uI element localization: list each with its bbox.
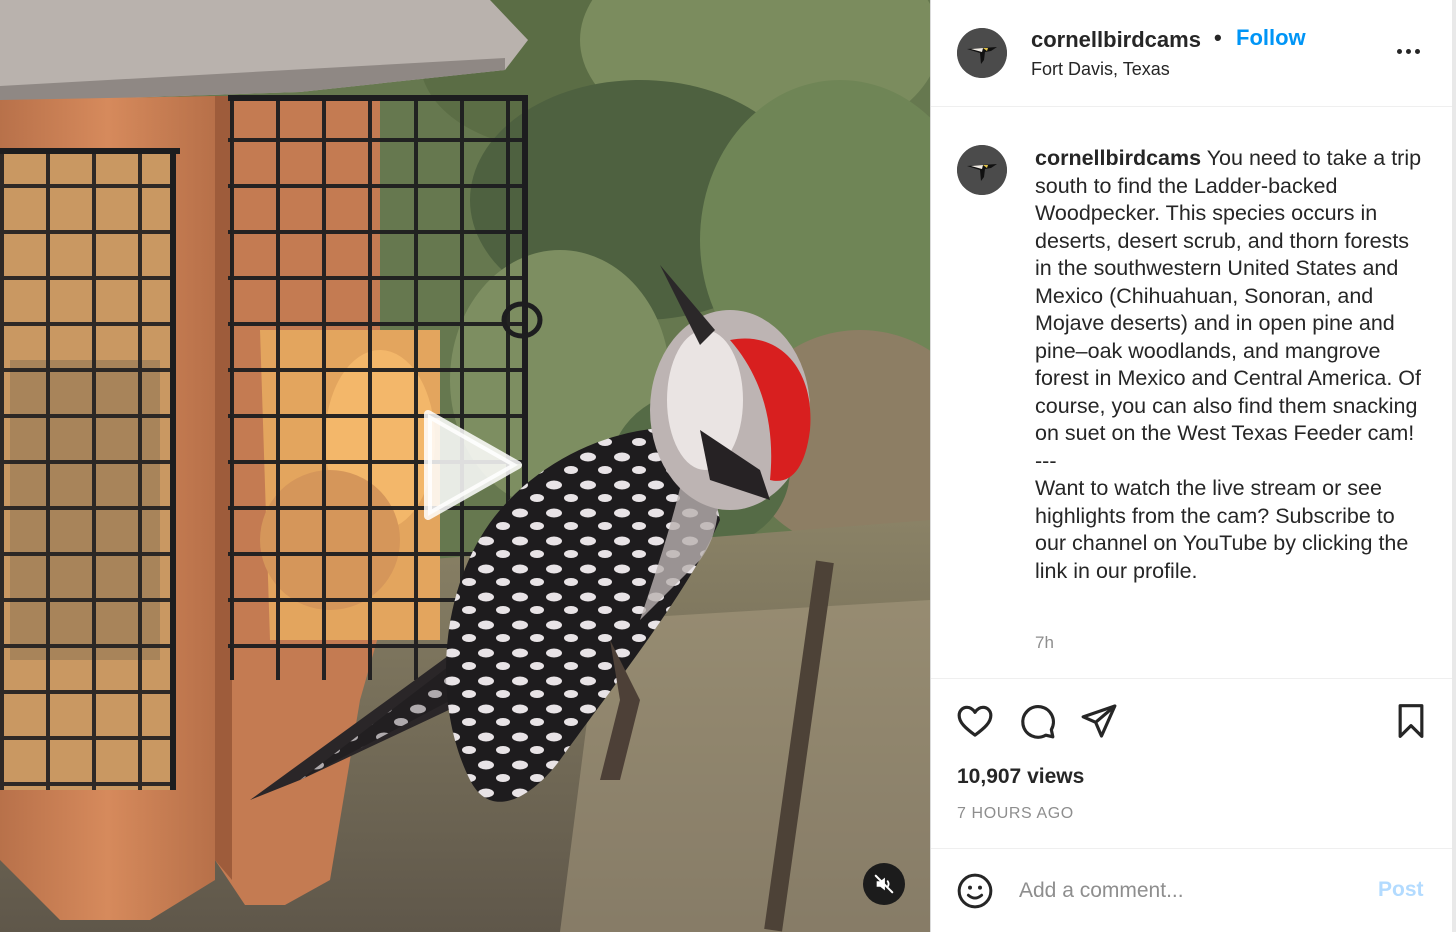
add-comment-bar: Post <box>931 848 1453 933</box>
caption-username[interactable]: cornellbirdcams <box>1035 146 1201 170</box>
separator-dot: • <box>1214 25 1222 50</box>
follow-button[interactable]: Follow <box>1236 25 1306 51</box>
mute-toggle-button[interactable] <box>863 863 905 905</box>
like-button[interactable] <box>955 701 995 741</box>
caption-timestamp[interactable]: 7h <box>1035 633 1054 653</box>
caption-section: cornellbirdcams You need to take a trip … <box>931 107 1453 678</box>
post-actions: 10,907 views 7 HOURS AGO <box>931 678 1453 849</box>
more-options-button[interactable] <box>1391 36 1425 66</box>
views-count[interactable]: 10,907 views <box>957 765 1084 789</box>
paper-plane-icon <box>1081 704 1117 738</box>
post-comment-button[interactable]: Post <box>1378 878 1424 902</box>
play-button[interactable] <box>414 410 524 520</box>
avatar[interactable] <box>957 28 1007 78</box>
post-caption: cornellbirdcams You need to take a trip … <box>1035 145 1431 585</box>
more-options-icon <box>1396 48 1402 54</box>
caption-text: You need to take a trip south to find th… <box>1035 146 1422 583</box>
caption-avatar[interactable] <box>957 145 1007 195</box>
comment-bubble-icon <box>1021 705 1055 739</box>
muted-speaker-icon <box>874 874 894 894</box>
smiley-icon <box>957 873 993 909</box>
comment-button[interactable] <box>1017 701 1057 741</box>
bird-logo-icon <box>957 28 1007 78</box>
comment-input[interactable] <box>1019 873 1349 909</box>
play-icon <box>424 410 522 520</box>
window-edge <box>1452 0 1456 932</box>
post-video[interactable] <box>0 0 930 932</box>
location-link[interactable]: Fort Davis, Texas <box>1031 59 1170 80</box>
post-timestamp[interactable]: 7 HOURS AGO <box>957 805 1074 823</box>
post-header: cornellbirdcams • Follow Fort Davis, Tex… <box>931 0 1453 107</box>
bird-logo-icon <box>957 145 1007 195</box>
save-button[interactable] <box>1391 701 1431 741</box>
emoji-picker-button[interactable] <box>955 871 995 911</box>
bookmark-icon <box>1398 704 1424 738</box>
more-options-icon <box>1414 48 1420 54</box>
share-button[interactable] <box>1079 701 1119 741</box>
post-details-panel: cornellbirdcams • Follow Fort Davis, Tex… <box>930 0 1453 932</box>
more-options-icon <box>1405 48 1411 54</box>
header-username[interactable]: cornellbirdcams <box>1031 27 1201 53</box>
heart-icon <box>957 705 993 737</box>
